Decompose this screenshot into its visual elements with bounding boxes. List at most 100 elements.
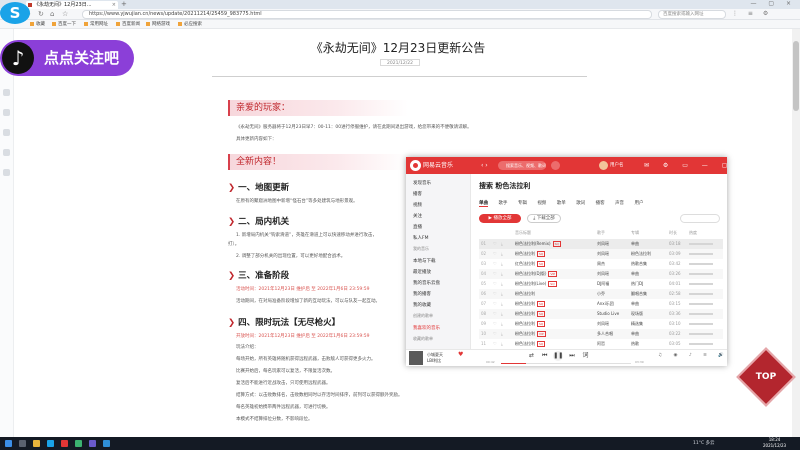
download-icon[interactable]: ⤓ [501, 259, 503, 269]
tab-lyrics[interactable]: 歌词 [576, 201, 585, 206]
bookmark-item[interactable]: 收藏 [30, 20, 45, 29]
sidebar-app-icon[interactable] [3, 89, 10, 96]
home-icon[interactable]: ⌂ [50, 10, 54, 18]
previous-icon[interactable]: ⏮ [542, 352, 547, 359]
music-nav-item[interactable]: 视频 [413, 202, 422, 208]
heart-icon[interactable]: ♡ [493, 329, 497, 339]
bookmark-item[interactable]: 必应搜索 [178, 20, 202, 29]
music-nav-item[interactable]: 发现音乐 [413, 180, 431, 186]
heart-icon[interactable]: ♡ [493, 249, 497, 259]
download-icon[interactable]: ⤓ [501, 329, 503, 339]
song-row[interactable]: 09 ♡ ⤓ 粉色法拉利 SQ 刘凤瑶 精选集 03:10 [479, 319, 723, 329]
tab-artists[interactable]: 歌手 [498, 201, 507, 206]
browser-search-input[interactable]: 百度搜索或输入网址 [658, 10, 726, 19]
heart-icon[interactable]: ♡ [493, 239, 497, 249]
music-nav-item[interactable]: 本地与下载 [413, 258, 436, 264]
follow-badge[interactable]: ♪ 点点关注吧 [0, 40, 134, 76]
browser-taskbar-icon[interactable] [47, 440, 54, 447]
song-artist[interactable]: 刘凤瑶 [597, 249, 629, 259]
song-row[interactable]: 10 ♡ ⤓ 粉色法拉利 VIP 多人合唱 单曲 03:22 [479, 329, 723, 339]
song-row[interactable]: 04 ♡ ⤓ 粉色法拉利(DJ版) VIP 刘凤瑶 单曲 03:26 [479, 269, 723, 279]
music-nav-item[interactable]: 我喜欢的音乐 [413, 325, 440, 331]
download-icon[interactable]: ⤓ [501, 309, 503, 319]
song-album[interactable]: 精选集 [631, 319, 667, 329]
music-nav-item[interactable]: 直播 [413, 224, 422, 230]
music-nav-item[interactable]: 关注 [413, 213, 422, 219]
music-search-input[interactable]: 搜索音乐、视频、歌词 [498, 161, 546, 170]
play-all-button[interactable]: ▶ 播放全部 [479, 214, 521, 223]
download-icon[interactable]: ⤓ [501, 299, 503, 309]
heart-icon[interactable]: ♡ [493, 339, 497, 349]
music-window-controls[interactable]: ✉ ⚙ ▭ — ▢ × [644, 157, 752, 174]
refresh-icon[interactable]: ↻ [38, 10, 44, 18]
song-row[interactable]: 07 ♡ ⤓ 粉色法拉利 SQ Anxi乐团 单曲 03:15 [479, 299, 723, 309]
next-icon[interactable]: ⏭ [569, 352, 574, 359]
new-tab-icon[interactable]: + [121, 0, 127, 8]
download-icon[interactable]: ⤓ [501, 289, 503, 299]
song-album[interactable]: 单曲 [631, 329, 667, 339]
player-extra-icons[interactable]: ♫ ◉ ♪ ≡ 🔊 [658, 353, 729, 358]
bookmark-item[interactable]: 常用网址 [84, 20, 108, 29]
tab-videos[interactable]: 视频 [537, 201, 546, 206]
song-artist[interactable]: 刘凤瑶 [597, 239, 629, 249]
tab-users[interactable]: 用户 [635, 201, 644, 206]
song-row[interactable]: 05 ♡ ⤓ 粉色法拉利(Live) SQ DJ阿福 热门DJ 04:01 [479, 279, 723, 289]
download-icon[interactable]: ⤓ [501, 279, 503, 289]
song-album[interactable]: 翻唱合集 [631, 289, 667, 299]
tab-podcasts[interactable]: 播客 [596, 201, 605, 206]
microphone-icon[interactable] [551, 161, 560, 170]
download-icon[interactable]: ⤓ [501, 239, 503, 249]
song-album[interactable]: 单曲 [631, 299, 667, 309]
song-artist[interactable]: Anxi乐团 [597, 299, 629, 309]
song-artist[interactable]: 周杰 [597, 259, 629, 269]
heart-icon[interactable]: ♡ [493, 279, 497, 289]
song-album[interactable]: 单曲 [631, 269, 667, 279]
scrollbar-thumb[interactable] [793, 41, 799, 111]
heart-icon[interactable]: ♡ [493, 259, 497, 269]
song-album[interactable]: 热门DJ [631, 279, 667, 289]
heart-icon[interactable]: ♡ [493, 269, 497, 279]
song-artist[interactable]: 小乔 [597, 289, 629, 299]
bookmark-item[interactable]: 网络游戏 [146, 20, 170, 29]
sidebar-app-icon[interactable] [3, 109, 10, 116]
heart-icon[interactable]: ♡ [493, 309, 497, 319]
browser-tab[interactable]: 《永劫无间》12月23日... × [26, 1, 118, 9]
pause-button[interactable]: ❚❚ [553, 351, 563, 361]
window-controls[interactable]: — ▢ × [750, 0, 796, 7]
heart-icon[interactable]: ♡ [493, 319, 497, 329]
download-icon[interactable]: ⤓ [501, 319, 503, 329]
filter-input[interactable] [680, 214, 720, 223]
music-nav-item[interactable]: 私人FM [413, 235, 428, 241]
song-album[interactable]: 粉色法拉利 [631, 249, 667, 259]
steam-taskbar-icon[interactable] [103, 440, 110, 447]
progress-bar[interactable] [501, 363, 631, 364]
song-row[interactable]: 03 ♡ ⤓ 红色法拉利 SQ 周杰 热歌合集 03:42 [479, 259, 723, 269]
music-nav-item[interactable]: 我的收藏 [413, 302, 431, 308]
song-artist[interactable]: DJ阿福 [597, 279, 629, 289]
song-artist[interactable]: 多人合唱 [597, 329, 629, 339]
album-cover[interactable] [409, 351, 423, 365]
heart-icon[interactable]: ♡ [493, 289, 497, 299]
like-heart-icon[interactable]: ♥ [458, 351, 463, 358]
shuffle-icon[interactable]: ⇄ [529, 352, 534, 359]
music-nav-arrows[interactable]: ‹ › [481, 157, 488, 174]
song-artist[interactable]: 阿哲 [597, 339, 629, 349]
song-row[interactable]: 06 ♡ ⤓ 粉色法拉利 小乔 翻唱合集 02:58 [479, 289, 723, 299]
taskbar-search-icon[interactable] [19, 440, 26, 447]
windows-start-icon[interactable] [5, 440, 12, 447]
taskbar-clock[interactable]: 18:24 2021/12/23 [763, 437, 786, 449]
wechat-taskbar-icon[interactable] [75, 440, 82, 447]
system-tray[interactable]: 11°C 多云 [693, 437, 715, 450]
song-row[interactable]: 02 ♡ ⤓ 粉色法拉利 SQ 刘凤瑶 粉色法拉利 03:09 [479, 249, 723, 259]
tab-playlists[interactable]: 歌单 [557, 201, 566, 206]
tab-close-icon[interactable]: × [112, 1, 116, 9]
lyrics-icon[interactable]: 词 [583, 352, 589, 359]
download-all-button[interactable]: ⤓ 下载全部 [527, 214, 561, 223]
download-icon[interactable]: ⤓ [501, 269, 503, 279]
tab-sounds[interactable]: 声音 [615, 201, 624, 206]
song-album[interactable]: 现场版 [631, 309, 667, 319]
bookmark-item[interactable]: 百度一下 [52, 20, 76, 29]
music-user-name[interactable]: 用户名 [610, 157, 624, 174]
music-nav-item[interactable]: 播客 [413, 191, 422, 197]
app-taskbar-icon[interactable] [89, 440, 96, 447]
